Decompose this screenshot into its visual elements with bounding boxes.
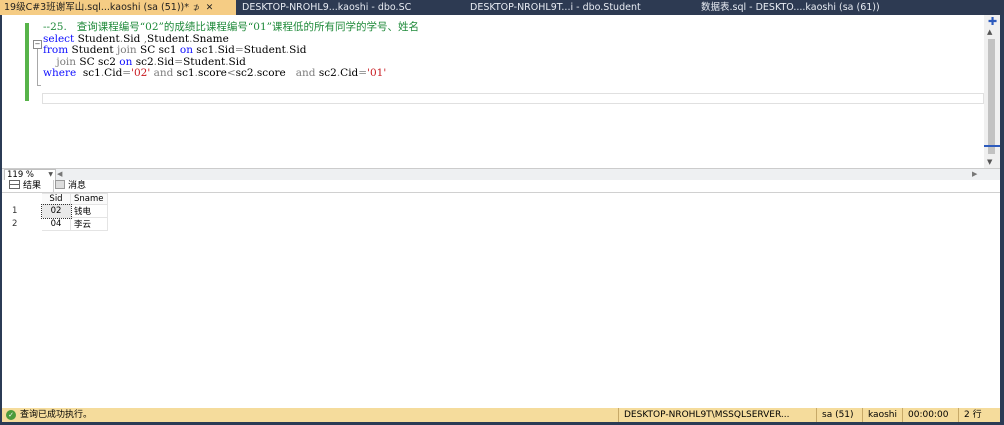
current-line-highlight: [42, 93, 984, 104]
tab-sc-table[interactable]: DESKTOP-NROHL9...kaoshi - dbo.SC: [238, 0, 467, 15]
editor-zoom-bar: 119 % ▼ ◀ ▶: [2, 168, 1000, 181]
column-header-sid[interactable]: Sid: [41, 193, 71, 205]
tab-results[interactable]: 结果: [6, 180, 54, 192]
cell-sid[interactable]: 04: [41, 217, 71, 231]
scroll-left-icon[interactable]: ◀: [57, 170, 62, 178]
scroll-down-icon[interactable]: ▼: [987, 158, 992, 166]
message-icon: [55, 180, 65, 189]
cell-sname[interactable]: 钱电: [70, 204, 108, 218]
cell-sname[interactable]: 李云: [70, 217, 108, 231]
status-database: kaoshi: [862, 408, 900, 422]
code-text[interactable]: --25. 查询课程编号“02”的成绩比课程编号“01”课程低的所有同学的学号、…: [43, 21, 419, 80]
cell-sid[interactable]: 02: [40, 203, 72, 219]
scroll-thumb[interactable]: [988, 39, 995, 154]
tab-label: DESKTOP-NROHL9...kaoshi - dbo.SC: [242, 2, 412, 13]
change-tracking-bar: [25, 23, 29, 101]
zoom-value: 119 %: [7, 170, 35, 180]
status-bar: ✓ 查询已成功执行。 DESKTOP-NROHL9T\MSSQLSERVER..…: [2, 408, 1000, 422]
split-plus-icon[interactable]: ✚: [988, 15, 997, 28]
row-number[interactable]: 1: [8, 204, 42, 218]
pin-icon[interactable]: ⊅: [193, 0, 200, 15]
row-number[interactable]: 2: [8, 217, 42, 231]
status-server: DESKTOP-NROHL9T\MSSQLSERVER...: [618, 408, 814, 422]
tab-query-editor[interactable]: 19级C#3班谢军山.sql...kaoshi (sa (51))* ⊅ ✕: [0, 0, 236, 15]
fold-end: [37, 85, 41, 86]
column-header-sname[interactable]: Sname: [70, 193, 108, 205]
table-row: 1 02 钱电: [8, 203, 108, 219]
success-check-icon: ✓: [6, 410, 16, 420]
status-row-count: 2 行: [958, 408, 996, 422]
result-tabs: 结果 消息: [2, 180, 1000, 193]
status-message: 查询已成功执行。: [20, 410, 93, 420]
collapse-icon[interactable]: −: [33, 40, 42, 49]
scroll-right-icon[interactable]: ▶: [972, 170, 977, 178]
grid-header-row: Sid Sname: [8, 193, 108, 205]
row-number-header: [8, 193, 42, 205]
tab-student-table[interactable]: DESKTOP-NROHL9T...i - dbo.Student: [466, 0, 698, 15]
code-line-where: where sc1.Cid='02' and sc1.score<sc2.sco…: [43, 67, 387, 79]
scroll-up-icon[interactable]: ▲: [987, 28, 992, 36]
status-user: sa (51): [816, 408, 860, 422]
window: 19级C#3班谢军山.sql...kaoshi (sa (51))* ⊅ ✕ DES…: [0, 0, 1004, 425]
editor-vertical-scrollbar[interactable]: ✚ ▲ ▼: [984, 15, 1000, 168]
tab-label: 数据表.sql - DESKTO....kaoshi (sa (61)): [701, 2, 880, 13]
caret-position-marker: [984, 145, 1000, 147]
results-pane: Sid Sname 1 02 钱电 2 04 李云: [2, 193, 1000, 408]
tab-results-label: 结果: [23, 181, 42, 191]
sql-editor[interactable]: − --25. 查询课程编号“02”的成绩比课程编号“01”课程低的所有同学的学…: [2, 15, 1000, 168]
status-elapsed-time: 00:00:00: [902, 408, 958, 422]
document-tabbar: 19级C#3班谢军山.sql...kaoshi (sa (51))* ⊅ ✕ DES…: [0, 0, 1004, 15]
tab-label: 19级C#3班谢军山.sql...kaoshi (sa (51))*: [4, 2, 189, 13]
close-icon[interactable]: ✕: [206, 1, 214, 16]
tab-datatable-sql[interactable]: 数据表.sql - DESKTO....kaoshi (sa (61)): [697, 0, 931, 15]
grid-icon: [9, 180, 20, 189]
fold-line: [37, 49, 38, 85]
results-grid[interactable]: Sid Sname 1 02 钱电 2 04 李云: [8, 193, 108, 231]
tab-messages[interactable]: 消息: [52, 180, 99, 192]
table-row: 2 04 李云: [8, 217, 108, 231]
tab-label: DESKTOP-NROHL9T...i - dbo.Student: [470, 2, 641, 13]
chevron-down-icon: ▼: [48, 171, 53, 178]
tab-messages-label: 消息: [68, 181, 87, 191]
